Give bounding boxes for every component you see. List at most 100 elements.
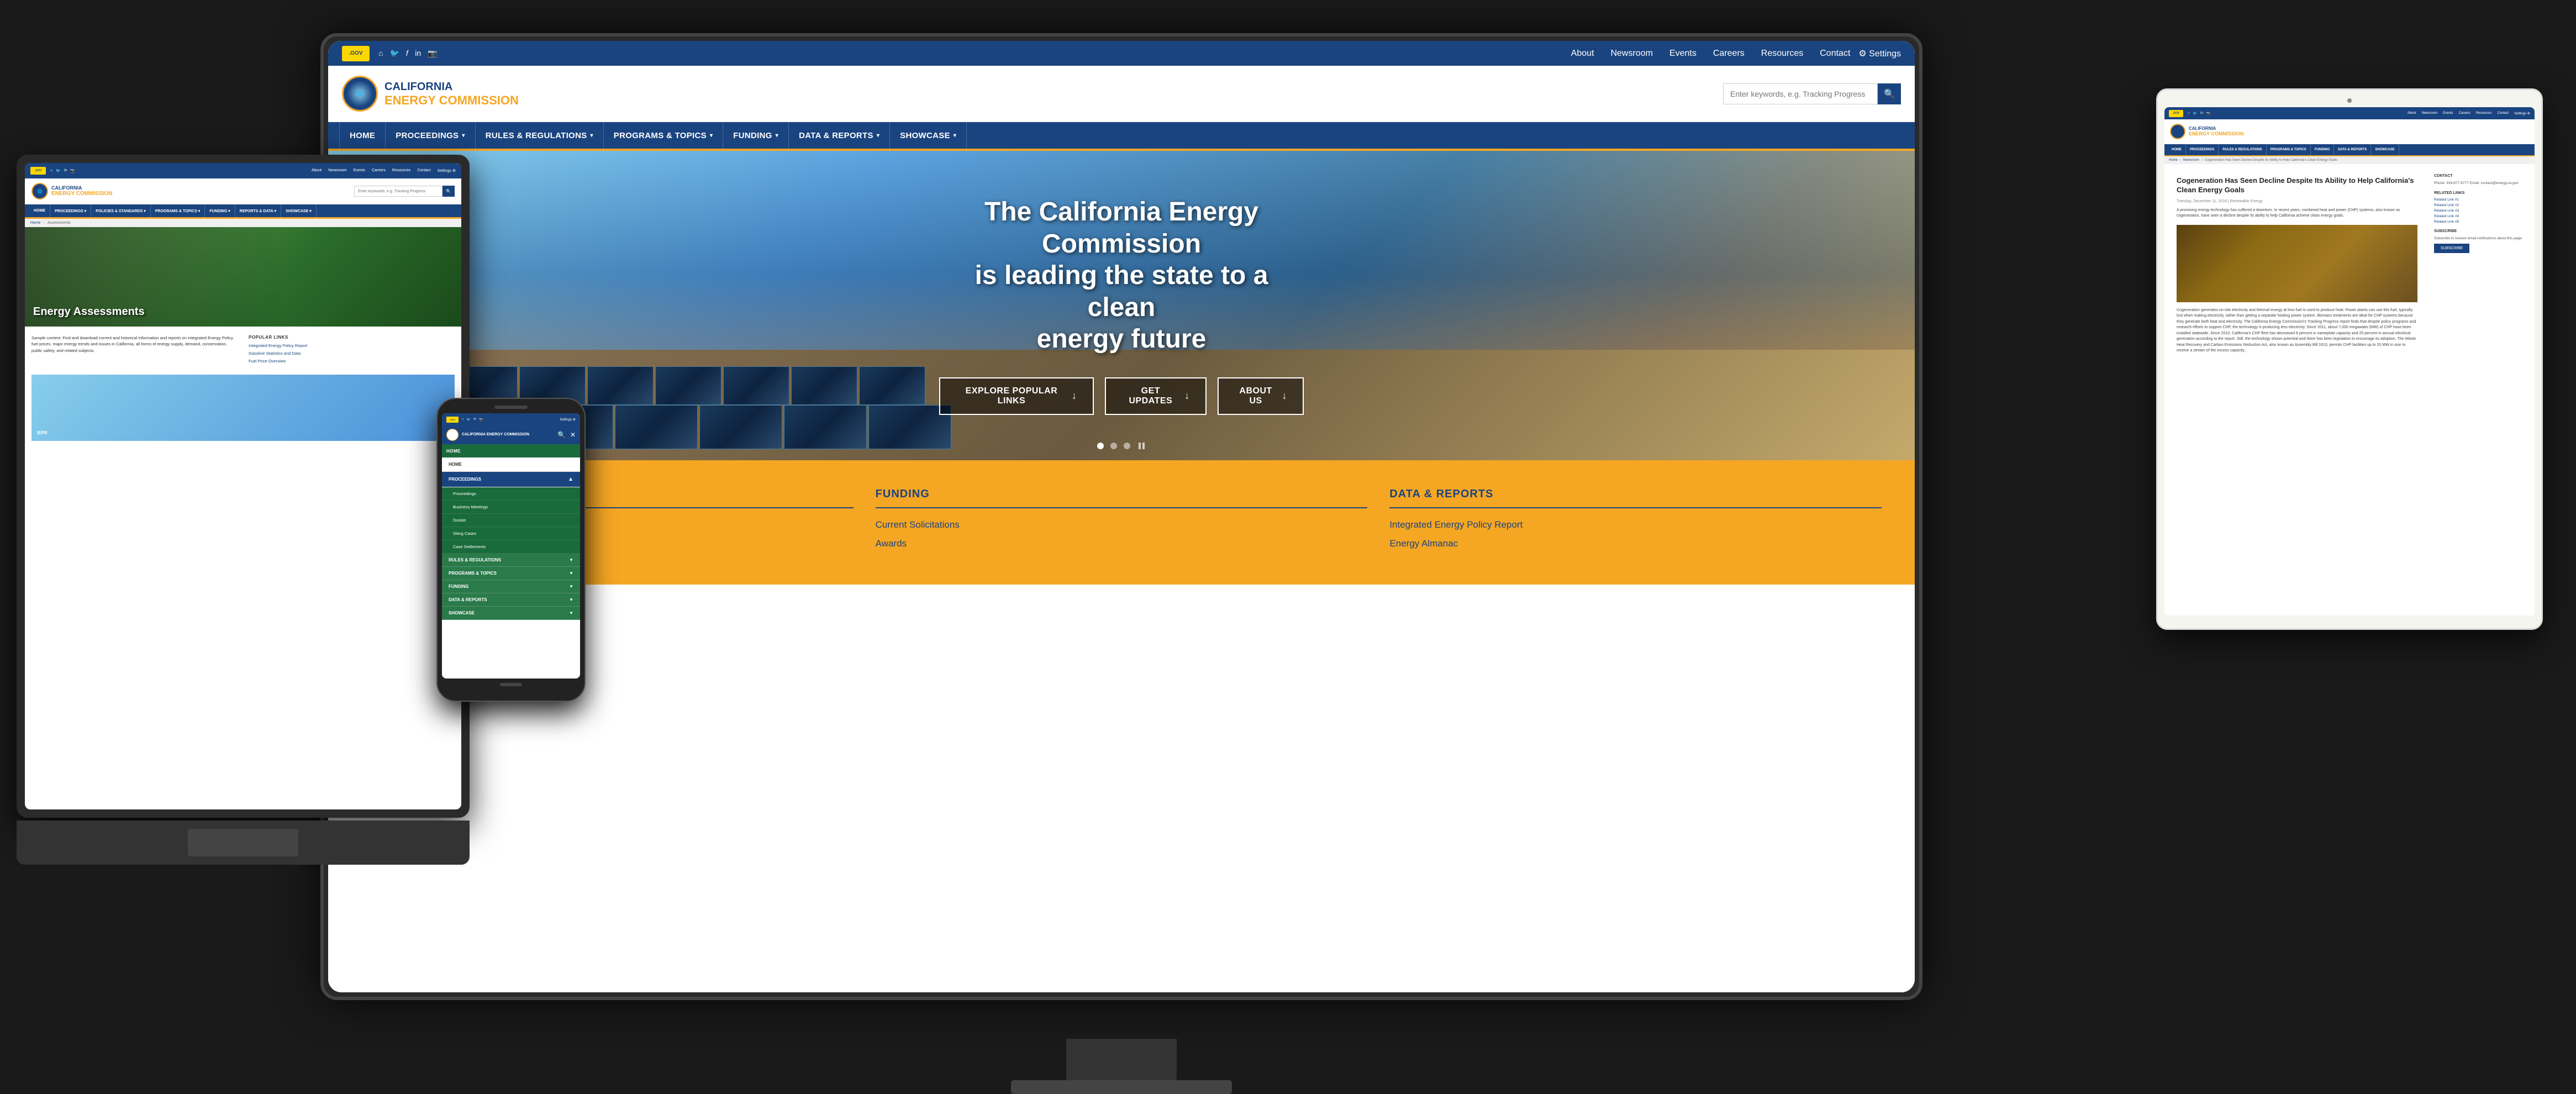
phone-menu-proceedings[interactable]: PROCEEDINGS ▲ <box>442 472 580 487</box>
phone-menu-programs[interactable]: PROGRAMS & TOPICS ▼ <box>442 567 580 580</box>
tablet-instagram-icon[interactable]: 📷 <box>2206 112 2210 115</box>
nav-showcase[interactable]: SHOWCASE▾ <box>890 121 967 150</box>
trackpad[interactable] <box>188 829 298 856</box>
laptop-about-link[interactable]: About <box>312 169 322 173</box>
phone-close-icon[interactable]: ✕ <box>570 431 576 439</box>
instagram-icon[interactable]: 📷 <box>428 49 437 58</box>
laptop-search-input[interactable] <box>354 186 442 197</box>
laptop-settings-link[interactable]: Settings ⚙ <box>437 169 456 173</box>
search-input[interactable] <box>1723 83 1878 104</box>
phone-submenu-case-settlements[interactable]: Case Settlements <box>442 540 580 554</box>
nav-data[interactable]: DATA & REPORTS▾ <box>789 121 890 150</box>
laptop-nav-showcase[interactable]: SHOWCASE ▾ <box>281 204 317 218</box>
laptop-search-button[interactable]: 🔍 <box>442 186 455 197</box>
tablet-linkedin-icon[interactable]: in <box>2200 112 2203 115</box>
tablet-nav-data[interactable]: DATA & REPORTS <box>2334 144 2371 156</box>
tablet-breadcrumb-home[interactable]: Home <box>2169 159 2178 162</box>
tablet-newsroom-link[interactable]: Newsroom <box>2422 112 2438 115</box>
laptop-nav-policies[interactable]: POLICIES & STANDARDS ▾ <box>91 204 151 218</box>
slider-dot-2[interactable] <box>1110 443 1117 449</box>
phone-settings[interactable]: Settings ⚙ <box>560 418 576 422</box>
linkedin-icon[interactable]: in <box>415 49 421 58</box>
desktop-settings[interactable]: ⚙ Settings <box>1858 48 1901 59</box>
about-us-button[interactable]: ABOUT US ↓ <box>1218 377 1304 415</box>
laptop-careers-link[interactable]: Careers <box>372 169 386 173</box>
laptop-fuel-price-link[interactable]: Fuel Price Overview <box>249 359 455 364</box>
tablet-settings-link[interactable]: Settings ⚙ <box>2514 112 2530 115</box>
laptop-linkedin-icon[interactable]: in <box>64 169 67 173</box>
phone-submenu-business-meetings[interactable]: Business Meetings <box>442 501 580 514</box>
tablet-twitter-icon[interactable]: 🐦 <box>2193 112 2197 115</box>
about-link[interactable]: About <box>1571 49 1594 59</box>
tablet-subscribe-button[interactable]: SUBSCRIBE <box>2434 244 2469 253</box>
tablet-breadcrumb-newsroom[interactable]: Newsroom <box>2183 159 2199 162</box>
tablet-related-link-3[interactable]: Related Link #3 <box>2434 209 2525 213</box>
laptop-events-link[interactable]: Events <box>354 169 365 173</box>
tablet-related-link-1[interactable]: Related Link #1 <box>2434 198 2525 202</box>
facebook-icon[interactable]: 𝑓 <box>406 49 408 58</box>
tablet-events-link[interactable]: Events <box>2443 112 2453 115</box>
slider-dot-3[interactable] <box>1124 443 1130 449</box>
nav-rules[interactable]: RULES & REGULATIONS▾ <box>476 121 604 150</box>
tablet-nav-proceedings[interactable]: PROCEEDINGS <box>2186 144 2219 156</box>
phone-menu-showcase[interactable]: SHOWCASE ▼ <box>442 607 580 620</box>
tablet-nav-programs[interactable]: PROGRAMS & TOPICS <box>2267 144 2311 156</box>
nav-home[interactable]: HOME <box>339 121 386 150</box>
phone-home-button[interactable] <box>500 683 522 686</box>
phone-submenu-docket[interactable]: Docket <box>442 514 580 527</box>
iepr-link[interactable]: Integrated Energy Policy Report <box>1389 519 1882 530</box>
tablet-nav-showcase[interactable]: SHOWCASE <box>2371 144 2399 156</box>
laptop-nav-reports[interactable]: REPORTS & DATA ▾ <box>235 204 281 218</box>
tablet-resources-link[interactable]: Resources <box>2476 112 2492 115</box>
phone-menu-data-reports[interactable]: DATA & REPORTS ▼ <box>442 593 580 607</box>
tablet-nav-home[interactable]: HOME <box>2168 144 2186 156</box>
nav-funding[interactable]: FUNDING▾ <box>723 121 789 150</box>
tablet-contact-link[interactable]: Contact <box>2498 112 2509 115</box>
phone-submenu-siting-cases[interactable]: Siting Cases <box>442 527 580 540</box>
laptop-nav-programs[interactable]: PROGRAMS & TOPICS ▾ <box>151 204 206 218</box>
tablet-nav-rules[interactable]: RULES & REGULATIONS <box>2219 144 2266 156</box>
tablet-related-link-4[interactable]: Related Link #4 <box>2434 214 2525 218</box>
phone-search-icon[interactable]: 🔍 <box>557 431 566 439</box>
events-link[interactable]: Events <box>1669 49 1697 59</box>
nav-proceedings[interactable]: PROCEEDINGS▾ <box>386 121 475 150</box>
tablet-careers-link[interactable]: Careers <box>2459 112 2470 115</box>
phone-home-icon[interactable]: ⌂ <box>462 418 464 422</box>
phone-linkedin-icon[interactable]: in <box>473 418 476 422</box>
tablet-related-link-2[interactable]: Related Link #2 <box>2434 203 2525 207</box>
current-solicitations-link[interactable]: Current Solicitations <box>876 519 1368 530</box>
phone-menu-rules[interactable]: RULES & REGULATIONS ▼ <box>442 554 580 567</box>
careers-link[interactable]: Careers <box>1713 49 1745 59</box>
laptop-newsroom-link[interactable]: Newsroom <box>328 169 346 173</box>
laptop-contact-link[interactable]: Contact <box>417 169 430 173</box>
phone-submenu-proceedings[interactable]: Proceedings <box>442 487 580 501</box>
phone-nav-home[interactable]: HOME <box>446 449 461 454</box>
get-updates-button[interactable]: GET UPDATES ↓ <box>1105 377 1207 415</box>
laptop-home-icon[interactable]: ⌂ <box>50 169 52 173</box>
laptop-nav-funding[interactable]: FUNDING ▾ <box>205 204 235 218</box>
contact-link[interactable]: Contact <box>1820 49 1850 59</box>
laptop-instagram-icon[interactable]: 📷 <box>70 169 75 173</box>
phone-menu-home[interactable]: HOME <box>442 457 580 472</box>
laptop-iepr-link[interactable]: Integrated Energy Policy Report <box>249 343 455 348</box>
home-icon[interactable]: ⌂ <box>378 49 383 58</box>
phone-menu-funding[interactable]: FUNDING ▼ <box>442 580 580 593</box>
laptop-nav-proceedings[interactable]: PROCEEDINGS ▾ <box>50 204 91 218</box>
laptop-resources-link[interactable]: Resources <box>392 169 410 173</box>
laptop-twitter-icon[interactable]: 🐦 <box>56 169 61 173</box>
tablet-related-link-5[interactable]: Related Link #5 <box>2434 220 2525 224</box>
tablet-about-link[interactable]: About <box>2408 112 2416 115</box>
laptop-nav-home[interactable]: HOME <box>29 204 50 218</box>
laptop-gasoline-link[interactable]: Gasoline Statistics and Data <box>249 351 455 356</box>
tablet-nav-funding[interactable]: FUNDING <box>2311 144 2334 156</box>
laptop-breadcrumb-home[interactable]: Home <box>30 221 41 225</box>
phone-twitter-icon[interactable]: 🐦 <box>467 418 471 422</box>
explore-popular-links-button[interactable]: EXPLORE POPULAR LINKS ↓ <box>939 377 1094 415</box>
phone-instagram-icon[interactable]: 📷 <box>479 418 483 422</box>
slider-pause[interactable] <box>1137 443 1146 449</box>
newsroom-link[interactable]: Newsroom <box>1610 49 1652 59</box>
tablet-home-icon[interactable]: ⌂ <box>2188 112 2190 115</box>
resources-link[interactable]: Resources <box>1761 49 1803 59</box>
twitter-icon[interactable]: 🐦 <box>389 49 399 58</box>
awards-link[interactable]: Awards <box>876 538 1368 549</box>
